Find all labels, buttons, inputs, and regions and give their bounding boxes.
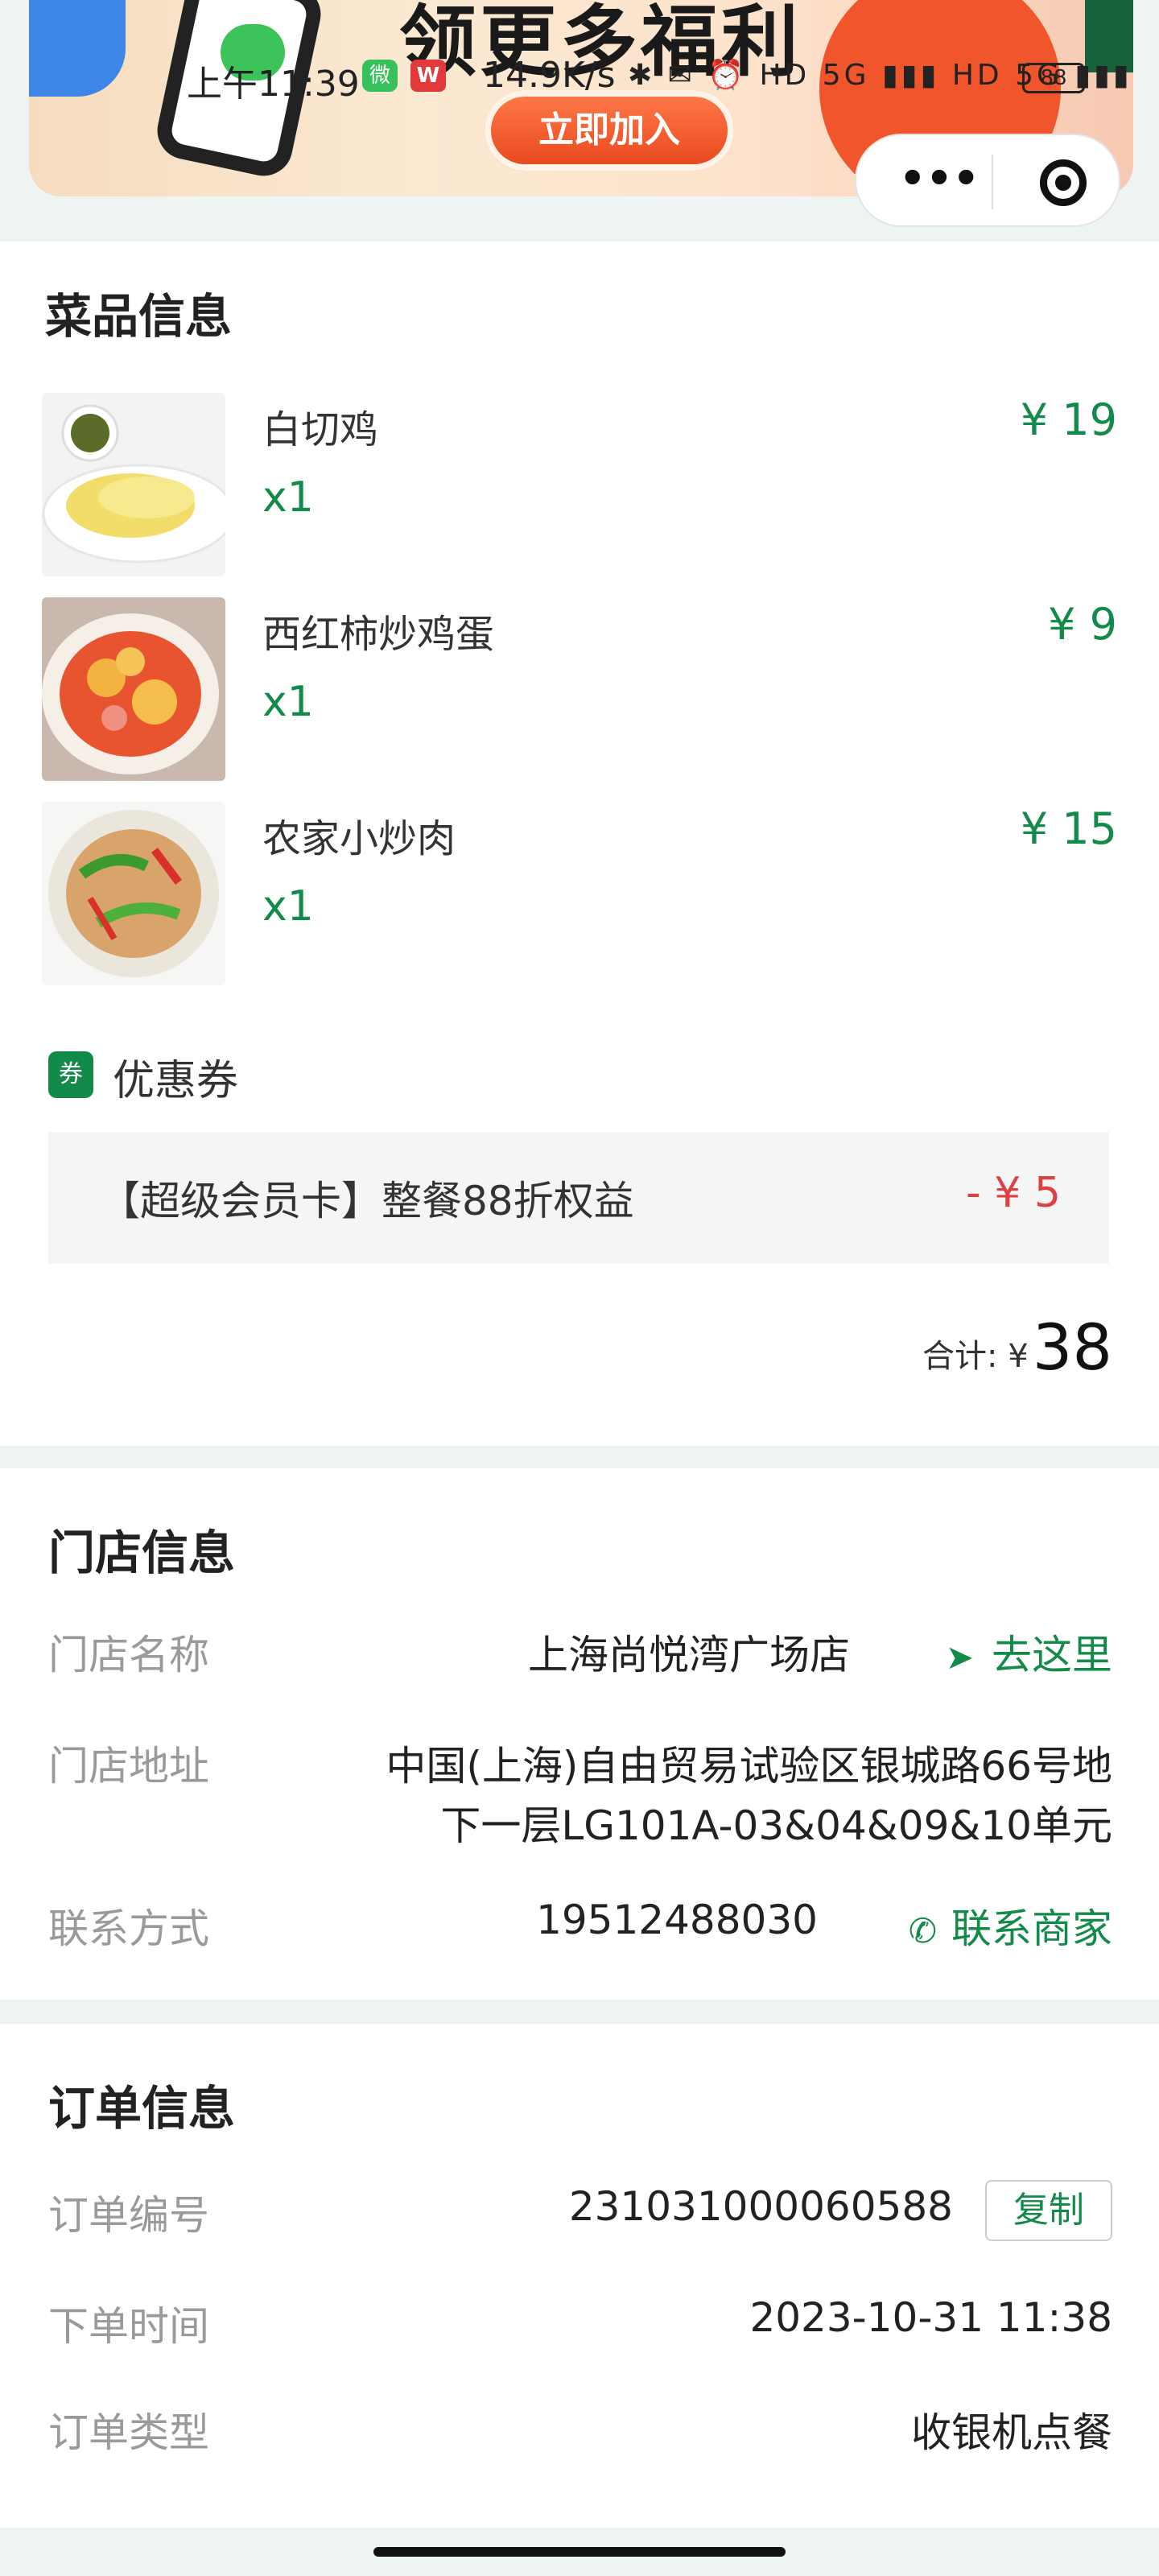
order-number-label: 订单编号: [48, 2192, 209, 2239]
order-card: 订单信息 订单编号 231031000060588 复制 下单时间 2023-1…: [0, 2024, 1159, 2528]
phone-icon: ✆: [908, 1911, 937, 1951]
network-speed: 14.9K/s: [483, 55, 616, 96]
coupon-text: 【超级会员卡】整餐88折权益: [100, 1178, 634, 1224]
wps-notification-icon: W: [410, 60, 446, 92]
store-name-value: 上海尚悦湾广场店: [528, 1632, 850, 1678]
store-address-line1: 中国(上海)自由贸易试验区银城路66号地: [386, 1743, 1112, 1790]
dish-price: ¥ 19: [1020, 394, 1117, 445]
contact-merchant-link[interactable]: ✆ 联系商家: [909, 1897, 1112, 1955]
close-miniprogram-icon[interactable]: [1040, 159, 1087, 206]
coupon-title: 优惠券: [113, 1057, 239, 1105]
dish-price: ¥ 15: [1020, 803, 1117, 854]
wechat-notification-icon: 微: [362, 60, 398, 92]
coupon-row[interactable]: 【超级会员卡】整餐88折权益 - ¥ 5: [48, 1132, 1109, 1264]
coupon-amount: - ¥ 5: [966, 1169, 1061, 1217]
status-time: 上午11:39: [187, 64, 360, 105]
dish-price: ¥ 9: [1048, 599, 1117, 650]
dish-quantity: x1: [262, 473, 314, 522]
dish-item: 农家小炒肉 x1 ¥ 15: [0, 802, 1159, 995]
dish-name: 西红柿炒鸡蛋: [262, 612, 495, 657]
copy-order-number-button[interactable]: 复制: [985, 2180, 1112, 2241]
coupon-badge-icon: 券: [48, 1051, 93, 1098]
order-time-label: 下单时间: [48, 2303, 209, 2350]
navigation-arrow-icon: ➤: [945, 1637, 974, 1677]
contact-label: 联系方式: [48, 1905, 209, 1952]
dish-name: 白切鸡: [262, 407, 379, 452]
order-total: 合计: ¥ 38: [922, 1312, 1112, 1393]
order-type-value: 收银机点餐: [911, 2409, 1112, 2456]
dish-quantity: x1: [262, 882, 314, 931]
dish-name: 农家小炒肉: [262, 816, 456, 861]
dish-image-tomato-egg: [42, 597, 225, 781]
order-type-label: 订单类型: [48, 2409, 209, 2456]
order-time-value: 2023-10-31 11:38: [749, 2294, 1112, 2341]
store-address-line2: 下一层LG101A-03&04&09&10单元: [440, 1802, 1112, 1849]
navigate-link[interactable]: ➤ 去这里: [946, 1623, 1112, 1681]
contact-phone: 19512488030: [536, 1897, 818, 1943]
home-indicator[interactable]: [373, 2547, 786, 2557]
dishes-section-title: 菜品信息: [45, 289, 233, 344]
order-number-value: 231031000060588: [568, 2183, 953, 2230]
total-value: 38: [1032, 1312, 1112, 1385]
battery-icon: 88: [1022, 63, 1085, 93]
dish-item: 西红柿炒鸡蛋 x1 ¥ 9: [0, 597, 1159, 791]
store-section-title: 门店信息: [48, 1525, 236, 1580]
dish-image-chicken: [42, 393, 225, 576]
navigate-label: 去这里: [992, 1632, 1112, 1678]
miniprogram-capsule: •••: [855, 134, 1120, 227]
store-address-label: 门店地址: [48, 1743, 209, 1790]
store-name-label: 门店名称: [48, 1632, 209, 1678]
dish-image-pork-stirfry: [42, 802, 225, 985]
order-section-title: 订单信息: [48, 2081, 236, 2136]
dish-item: 白切鸡 x1 ¥ 19: [0, 393, 1159, 586]
contact-merchant-label: 联系商家: [951, 1905, 1112, 1952]
store-card: 门店信息 门店名称 上海尚悦湾广场店 ➤ 去这里 门店地址 中国(上海)自由贸易试…: [0, 1468, 1159, 2000]
dish-quantity: x1: [262, 678, 314, 726]
capsule-divider: [992, 155, 993, 209]
top-banner-area: 领更多福利 立即加入 上午11:39 微 W 14.9K/s ✱ ✉ ⏰ HD …: [0, 0, 1159, 227]
status-bar: 上午11:39 微 W 14.9K/s ✱ ✉ ⏰ HD 5G ▮▮▮ HD 5…: [0, 55, 1159, 105]
total-label: 合计: ¥: [922, 1338, 1029, 1375]
more-menu-icon[interactable]: •••: [895, 158, 984, 204]
